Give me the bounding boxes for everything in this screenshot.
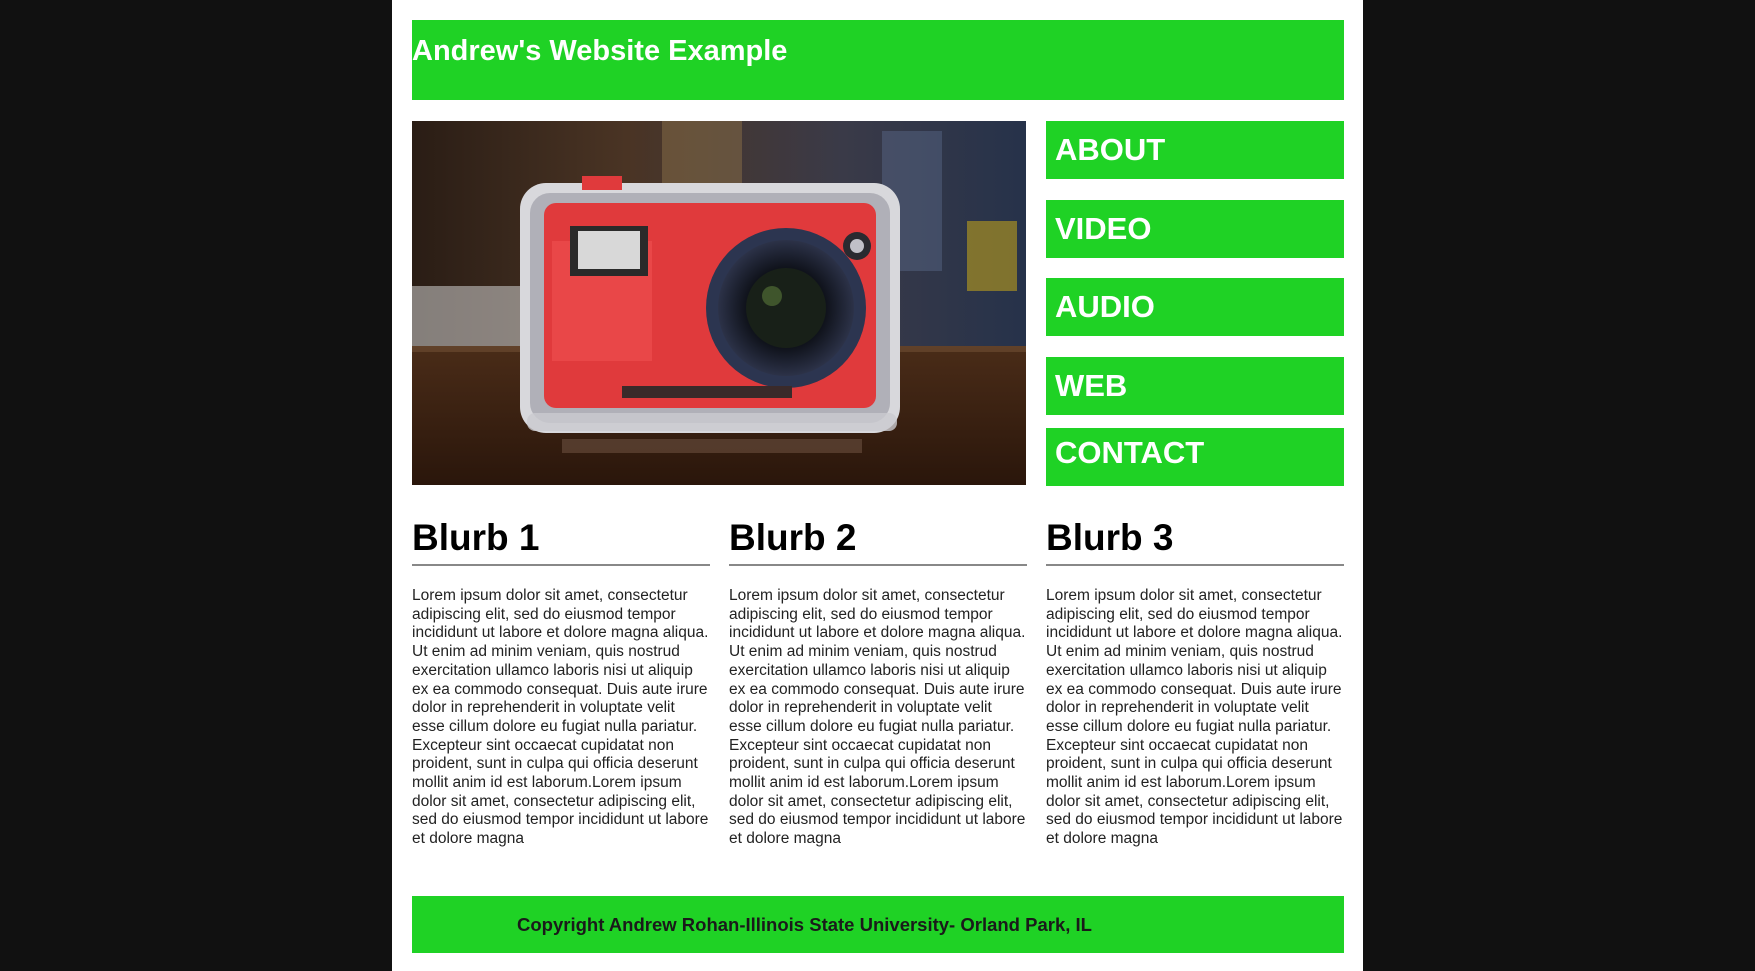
hero-image bbox=[412, 121, 1026, 485]
nav-video[interactable]: VIDEO bbox=[1046, 200, 1344, 258]
blurb-title: Blurb 3 bbox=[1046, 512, 1344, 566]
blurb-3: Blurb 3 Lorem ipsum dolor sit amet, cons… bbox=[1046, 512, 1344, 849]
blurb-title: Blurb 2 bbox=[729, 512, 1027, 566]
blurb-text: Lorem ipsum dolor sit amet, consectetur … bbox=[412, 587, 709, 848]
blurb-text: Lorem ipsum dolor sit amet, consectetur … bbox=[1046, 587, 1343, 848]
nav-contact[interactable]: CONTACT bbox=[1046, 428, 1344, 486]
blurb-text: Lorem ipsum dolor sit amet, consectetur … bbox=[729, 587, 1026, 848]
site-footer: Copyright Andrew Rohan-Illinois State Un… bbox=[412, 896, 1344, 953]
copyright-text: Copyright Andrew Rohan-Illinois State Un… bbox=[517, 914, 1092, 935]
blurb-2: Blurb 2 Lorem ipsum dolor sit amet, cons… bbox=[729, 512, 1027, 849]
blurb-1: Blurb 1 Lorem ipsum dolor sit amet, cons… bbox=[412, 512, 710, 849]
nav-audio[interactable]: AUDIO bbox=[1046, 278, 1344, 336]
site-header: Andrew's Website Example bbox=[412, 20, 1344, 100]
nav-about[interactable]: ABOUT bbox=[1046, 121, 1344, 179]
nav-web[interactable]: WEB bbox=[1046, 357, 1344, 415]
blurb-title: Blurb 1 bbox=[412, 512, 710, 566]
site-title: Andrew's Website Example bbox=[412, 35, 788, 67]
page-container: Andrew's Website Example ABOUT VIDEO AUD… bbox=[392, 0, 1363, 971]
camera-photo bbox=[412, 121, 1026, 485]
